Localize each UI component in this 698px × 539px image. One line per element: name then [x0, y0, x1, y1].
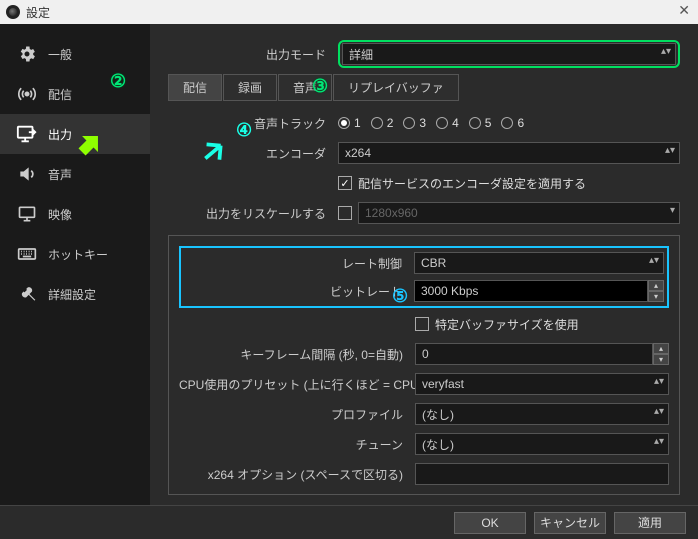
- keyboard-icon: [16, 243, 38, 265]
- chevron-updown-icon: ▴▾: [661, 46, 671, 57]
- window-title: 設定: [26, 4, 50, 21]
- annotation-3: ③: [312, 76, 328, 97]
- apply-button[interactable]: 適用: [614, 512, 686, 534]
- close-icon[interactable]: ✕: [678, 2, 690, 19]
- tune-label: チューン: [179, 436, 415, 453]
- profile-value: (なし): [422, 406, 454, 423]
- rescale-value: 1280x960: [365, 206, 418, 220]
- tab-replay[interactable]: リプレイバッファ: [333, 74, 459, 101]
- rescale-checkbox[interactable]: [338, 206, 352, 220]
- rescale-label: 出力をリスケールする: [168, 205, 338, 222]
- keyframe-label: キーフレーム間隔 (秒, 0=自動): [179, 346, 415, 363]
- bitrate-spinner[interactable]: ▴▾: [648, 280, 664, 302]
- cpu-preset-label: CPU使用のプリセット (上に行くほど = CPU使用低い): [179, 376, 415, 393]
- bitrate-input[interactable]: 3000 Kbps: [414, 280, 648, 302]
- sidebar-item-label: 配信: [48, 86, 72, 103]
- sidebar-item-label: 一般: [48, 46, 72, 63]
- obs-icon: [6, 5, 20, 19]
- audio-track-radio-2[interactable]: 2: [371, 116, 394, 130]
- audio-track-radios: 1 2 3 4 5 6: [338, 116, 524, 130]
- encoder-select[interactable]: x264 ▴▾: [338, 142, 680, 164]
- tab-stream[interactable]: 配信: [168, 74, 222, 101]
- audio-track-radio-5[interactable]: 5: [469, 116, 492, 130]
- custom-buffer-checkbox[interactable]: [415, 317, 429, 331]
- keyframe-spinner[interactable]: ▴▾: [653, 343, 669, 365]
- tune-value: (なし): [422, 436, 454, 453]
- rate-control-label: レート制御: [184, 255, 414, 272]
- speaker-icon: [16, 163, 38, 185]
- encoder-value: x264: [345, 146, 371, 160]
- titlebar: 設定 ✕: [0, 0, 698, 24]
- cpu-preset-value: veryfast: [422, 377, 464, 391]
- annotation-5: ⑤: [392, 286, 408, 307]
- gear-icon: [16, 43, 38, 65]
- chevron-down-icon: ▾: [670, 205, 675, 216]
- apply-service-checkbox[interactable]: [338, 176, 352, 190]
- chevron-updown-icon: ▴▾: [649, 255, 659, 266]
- sidebar-item-label: 詳細設定: [48, 286, 96, 303]
- monitor-icon: [16, 203, 38, 225]
- tab-record[interactable]: 録画: [223, 74, 277, 101]
- annotation-2: ②: [110, 71, 126, 92]
- dialog-footer: OK キャンセル 適用: [0, 505, 698, 539]
- profile-select[interactable]: (なし) ▴▾: [415, 403, 669, 425]
- apply-service-label: 配信サービスのエンコーダ設定を適用する: [358, 175, 586, 192]
- ok-button[interactable]: OK: [454, 512, 526, 534]
- output-mode-label: 出力モード: [168, 46, 338, 63]
- audio-track-radio-6[interactable]: 6: [501, 116, 524, 130]
- sidebar-item-advanced[interactable]: 詳細設定: [0, 274, 150, 314]
- cpu-preset-select[interactable]: veryfast ▴▾: [415, 373, 669, 395]
- chevron-updown-icon: ▴▾: [654, 406, 664, 417]
- audio-track-radio-1[interactable]: 1: [338, 116, 361, 130]
- sidebar-item-hotkeys[interactable]: ホットキー: [0, 234, 150, 274]
- rate-control-value: CBR: [421, 256, 446, 270]
- chevron-updown-icon: ▴▾: [654, 436, 664, 447]
- sidebar-item-video[interactable]: 映像: [0, 194, 150, 234]
- output-mode-value: 詳細: [349, 46, 373, 63]
- annotation-box-green: 詳細 ▴▾: [338, 40, 680, 68]
- tools-icon: [16, 283, 38, 305]
- encoder-settings-group: レート制御 CBR ▴▾ ビットレート 3000 Kbps ▴▾: [168, 235, 680, 495]
- rate-control-select[interactable]: CBR ▴▾: [414, 252, 664, 274]
- sidebar-item-stream[interactable]: 配信: [0, 74, 150, 114]
- bitrate-value: 3000 Kbps: [421, 284, 478, 298]
- keyframe-value: 0: [422, 347, 429, 361]
- rescale-select[interactable]: 1280x960 ▾: [358, 202, 680, 224]
- audio-track-radio-3[interactable]: 3: [403, 116, 426, 130]
- monitor-arrow-icon: [16, 123, 38, 145]
- x264-opts-label: x264 オプション (スペースで区切る): [179, 466, 415, 483]
- x264-opts-input[interactable]: [415, 463, 669, 485]
- keyframe-input[interactable]: 0: [415, 343, 653, 365]
- sidebar-item-label: 出力: [48, 126, 72, 143]
- chevron-updown-icon: ▴▾: [665, 145, 675, 156]
- output-tabs: 配信 録画 音声 リプレイバッファ: [168, 74, 680, 101]
- custom-buffer-label: 特定バッファサイズを使用: [435, 316, 579, 333]
- broadcast-icon: [16, 83, 38, 105]
- sidebar-item-general[interactable]: 一般: [0, 34, 150, 74]
- tune-select[interactable]: (なし) ▴▾: [415, 433, 669, 455]
- annotation-box-blue: レート制御 CBR ▴▾ ビットレート 3000 Kbps ▴▾: [179, 246, 669, 308]
- sidebar-item-label: 音声: [48, 166, 72, 183]
- sidebar-item-label: ホットキー: [48, 246, 108, 263]
- sidebar-item-label: 映像: [48, 206, 72, 223]
- annotation-4: ④: [236, 120, 252, 141]
- chevron-updown-icon: ▴▾: [654, 376, 664, 387]
- audio-track-label: 音声トラック: [168, 115, 338, 132]
- audio-track-radio-4[interactable]: 4: [436, 116, 459, 130]
- profile-label: プロファイル: [179, 406, 415, 423]
- output-panel: 出力モード 詳細 ▴▾ 配信 録画 音声 リプレイバッファ 音声トラック 1 2…: [150, 24, 698, 505]
- settings-sidebar: 一般 配信 出力 音声 映像 ホットキー 詳細設定: [0, 24, 150, 505]
- sidebar-item-audio[interactable]: 音声: [0, 154, 150, 194]
- cancel-button[interactable]: キャンセル: [534, 512, 606, 534]
- bitrate-label: ビットレート: [184, 283, 414, 300]
- output-mode-select[interactable]: 詳細 ▴▾: [342, 43, 676, 65]
